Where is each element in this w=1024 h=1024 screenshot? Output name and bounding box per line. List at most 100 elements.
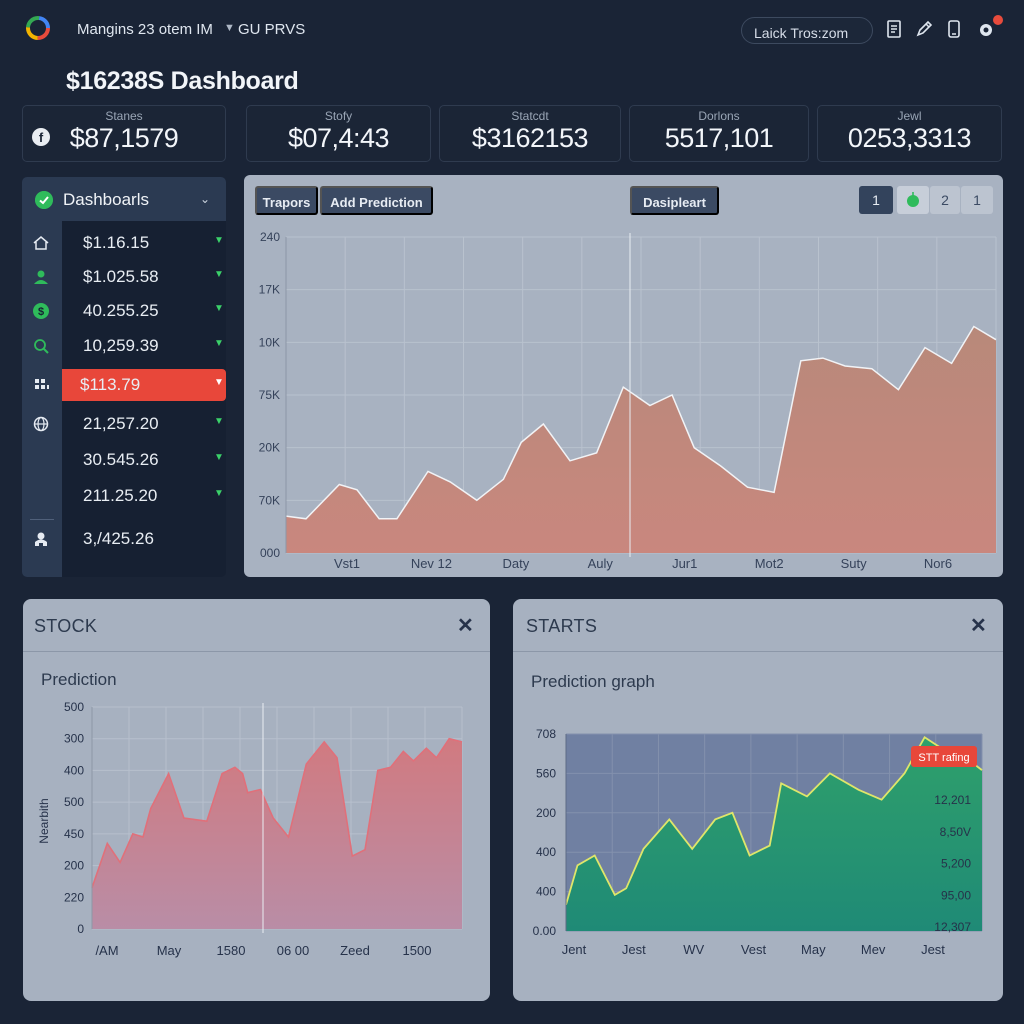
main-chart-panel: 000 70K 20K 75K 10K 17K 240 Vst1 Nev 12 Daty Auly J…	[244, 175, 1003, 577]
chevron-down-icon[interactable]: ⌄	[200, 192, 210, 206]
sidebar-item-value: $1.16.15	[83, 233, 150, 252]
stat-label: Stofy	[324, 109, 353, 123]
stock-area-chart: 0 220 200 450 500 400 300 500/AM May 1580 06 00 Zee…	[37, 700, 463, 958]
chevron-down-icon[interactable]: ▼	[224, 22, 235, 34]
sidebar-item[interactable]: $1.16.15 ▼	[22, 227, 226, 259]
stat-label: Stanes	[105, 109, 143, 123]
stat-label: Jewl	[897, 109, 922, 123]
x-tick-label: Jest	[622, 942, 646, 957]
stat-value: $87,1579	[69, 123, 179, 153]
globe-icon	[33, 416, 49, 432]
sidebar-header[interactable]: Dashboarls ⌄	[22, 177, 226, 221]
main-area-chart: 000 70K 20K 75K 10K 17K 240 Vst1 Nev 12 Daty Auly J…	[259, 230, 997, 571]
chevron-down-icon: ▼	[214, 377, 224, 388]
x-tick-label: Nor6	[924, 556, 952, 571]
stat-value: 0253,3313	[847, 123, 972, 153]
pen-icon[interactable]	[914, 19, 934, 39]
sidebar-item-value: $113.79	[80, 375, 141, 394]
x-tick-label: Jur1	[672, 556, 697, 571]
y-tick-label: 708	[536, 727, 556, 741]
page-title: $16238S Dashboard	[66, 67, 299, 95]
x-tick-label: May	[801, 942, 826, 957]
home-icon	[33, 236, 49, 250]
y-tick-label: 200	[536, 806, 556, 820]
page-button[interactable]: 1	[961, 186, 993, 214]
y-axis-label: Nearbith	[37, 798, 51, 843]
display-chart-button[interactable]: Dasipleart	[630, 186, 719, 215]
people-icon	[35, 532, 47, 546]
chevron-down-icon: ▼	[214, 416, 224, 427]
y-tick-label: 200	[64, 859, 84, 873]
app-logo-icon[interactable]	[26, 16, 50, 40]
y-tick-label: 75K	[259, 388, 280, 402]
starts-area-chart: 0.00 400 400 200 560 708 Jent Jest WV Vest May Mev J…	[533, 727, 983, 957]
nav-menu[interactable]: GU PRVS	[238, 21, 305, 38]
sidebar-item-value: 30.545.26	[83, 450, 159, 469]
sidebar-item[interactable]: 21,257.20 ▼	[22, 408, 226, 440]
y-tick-label: 400	[536, 885, 556, 899]
svg-text:$: $	[38, 306, 44, 318]
chevron-down-icon: ▼	[214, 269, 224, 280]
right-tick-label: 8,50V	[940, 825, 971, 839]
x-tick-label: Vst1	[334, 556, 360, 571]
sidebar-item[interactable]: 10,259.39 ▼	[22, 330, 226, 362]
y-tick-label: 20K	[259, 441, 280, 455]
traps-button[interactable]: Trapors	[255, 186, 318, 215]
chevron-down-icon: ▼	[214, 303, 224, 314]
x-tick-label: Nev 12	[411, 556, 452, 571]
x-tick-label: 1500	[403, 943, 432, 958]
phone-icon[interactable]	[944, 19, 964, 39]
search-icon	[34, 339, 49, 354]
sidebar-item[interactable]: $ 40.255.25 ▼	[22, 295, 226, 327]
y-tick-label: 240	[260, 230, 280, 244]
sidebar-divider	[30, 519, 54, 520]
x-tick-label: Vest	[741, 942, 767, 957]
sidebar-item[interactable]: 211.25.20 ▼	[22, 480, 226, 512]
sidebar-item-active[interactable]: $113.79 ▼	[22, 369, 226, 401]
add-prediction-button[interactable]: Add Prediction	[320, 186, 433, 215]
chevron-down-icon: ▼	[214, 338, 224, 349]
x-tick-label: WV	[683, 942, 704, 957]
sidebar-item-value: 40.255.25	[83, 301, 159, 320]
apple-icon[interactable]	[897, 186, 929, 214]
x-tick-label: May	[157, 943, 182, 958]
sidebar-item[interactable]: $1.025.58 ▼	[22, 261, 226, 293]
y-tick-label: 000	[260, 546, 280, 560]
stat-label: Statcdt	[511, 109, 549, 123]
sidebar-item[interactable]: 30.545.26 ▼	[22, 444, 226, 476]
x-tick-label: Mev	[861, 942, 886, 957]
right-tick-label: 95,00	[941, 888, 971, 902]
sidebar-item-value: 3,/425.26	[83, 529, 154, 548]
stat-card: Dorlons 5517,101	[629, 105, 809, 162]
sidebar-item-value: $1.025.58	[83, 267, 159, 286]
grid-icon	[35, 379, 49, 389]
x-tick-label: Auly	[588, 556, 614, 571]
starts-panel: STARTS ✕ Prediction graph 0.00 400 400 200 5…	[513, 599, 1003, 1001]
right-tick-label: 12,307	[934, 920, 971, 934]
sidebar-item-value: 211.25.20	[83, 486, 158, 505]
y-tick-label: 400	[536, 845, 556, 859]
y-tick-label: 500	[64, 795, 84, 809]
stat-value: $07,4:43	[287, 123, 390, 153]
y-tick-label: 560	[536, 766, 556, 780]
stock-panel: STOCK ✕ Prediction 0 220 200 450 500 400 300 50…	[23, 599, 490, 1001]
page-button[interactable]: 2	[930, 186, 960, 214]
sidebar-item[interactable]: 3,/425.26	[22, 523, 226, 555]
page-button[interactable]: 1	[859, 186, 893, 214]
x-tick-label: Mot2	[755, 556, 784, 571]
x-tick-label: /AM	[95, 943, 118, 958]
chevron-down-icon: ▼	[214, 452, 224, 463]
rating-badge-label: STT rafing	[918, 752, 969, 764]
y-tick-label: 300	[64, 732, 84, 746]
stat-card: f Stanes $87,1579	[22, 105, 226, 162]
sidebar-item-value: 10,259.39	[83, 336, 159, 355]
y-tick-label: 10K	[259, 335, 280, 349]
document-icon[interactable]	[884, 19, 904, 39]
x-tick-label: Jent	[562, 942, 587, 957]
y-tick-label: 400	[64, 763, 84, 777]
stat-card: Jewl 0253,3313	[817, 105, 1002, 162]
y-tick-label: 220	[64, 890, 84, 904]
search-input[interactable]	[741, 17, 873, 44]
user-icon	[34, 270, 48, 284]
y-tick-label: 17K	[259, 283, 280, 297]
